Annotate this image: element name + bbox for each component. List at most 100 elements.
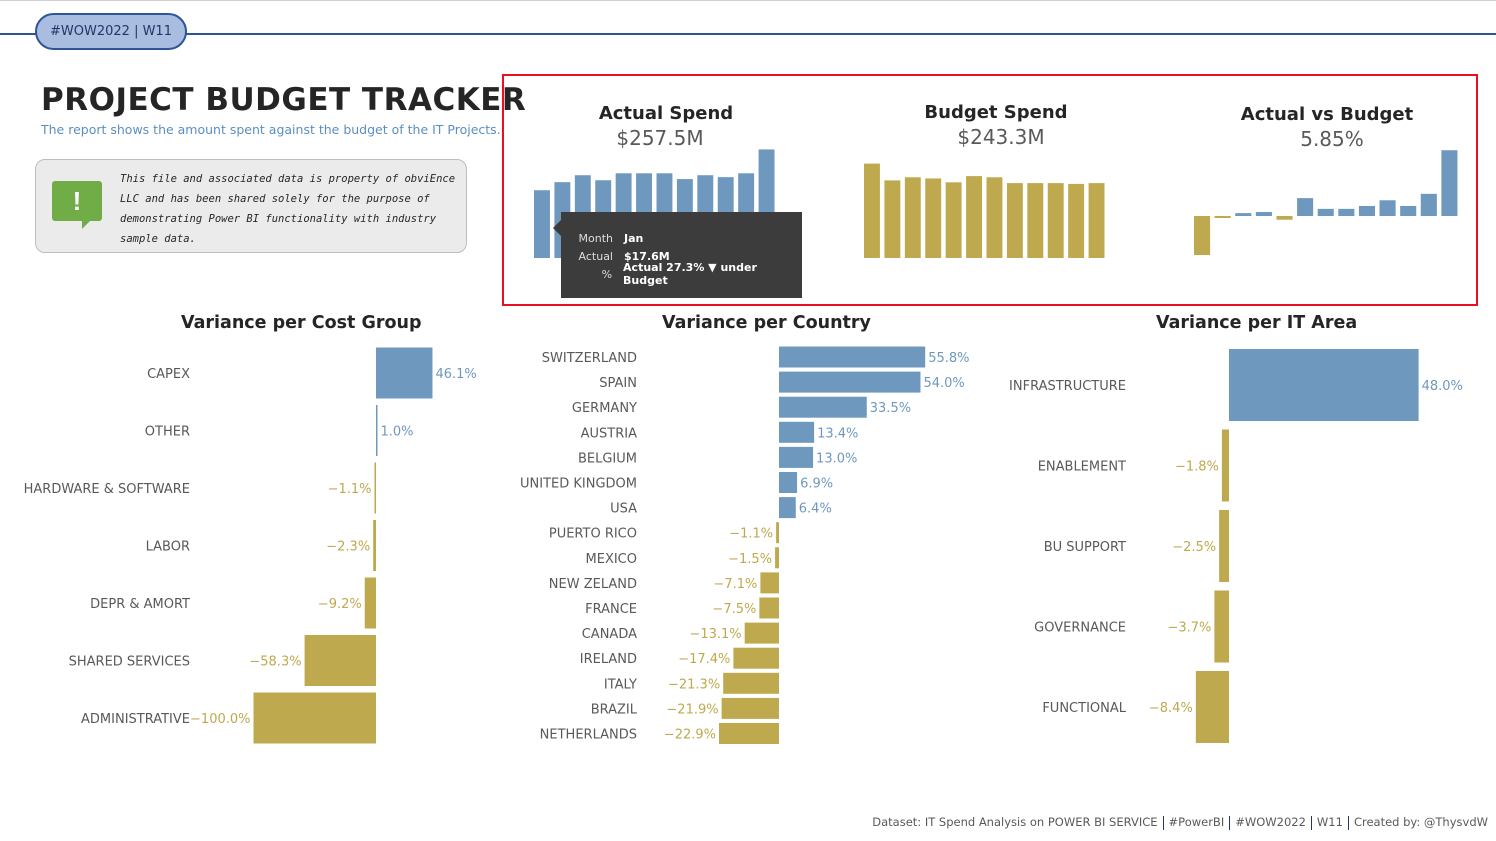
variance-column[interactable]: [1358, 205, 1376, 216]
bar-other[interactable]: [376, 405, 378, 456]
category-label: SWITZERLAND: [542, 351, 637, 366]
bar-italy[interactable]: [723, 672, 779, 694]
variance-column[interactable]: [1255, 211, 1272, 216]
kpi-title-budget: Budget Spend: [924, 102, 1068, 123]
variance-column[interactable]: [1379, 200, 1396, 216]
bar-germany[interactable]: [779, 396, 867, 418]
category-label: BRAZIL: [591, 702, 638, 717]
category-label: AUSTRIA: [581, 426, 637, 441]
bar-belgium[interactable]: [779, 446, 814, 468]
column-dec[interactable]: [1088, 183, 1105, 258]
category-label: LABOR: [146, 540, 190, 555]
footer-separator: [1229, 815, 1231, 830]
bar-spain[interactable]: [779, 371, 921, 393]
bar-ireland[interactable]: [733, 647, 779, 669]
bar-france[interactable]: [759, 597, 779, 619]
category-label: UNITED KINGDOM: [520, 477, 637, 492]
disclaimer-box: ! This file and associated data is prope…: [35, 159, 467, 253]
footer-author: Created by: @ThysvdW: [1353, 815, 1488, 829]
variance-column[interactable]: [1276, 216, 1293, 220]
bar-usa[interactable]: [779, 497, 796, 519]
column-may[interactable]: [945, 182, 962, 258]
category-label: ITALY: [604, 677, 637, 692]
cost-group-chart[interactable]: CAPEX 46.1% OTHER 1.0% HARDWARE & SOFTWARE −1…: [0, 340, 500, 750]
variance-column[interactable]: [1400, 205, 1417, 216]
variance-column[interactable]: [1317, 208, 1334, 216]
bar-capex[interactable]: [376, 347, 433, 399]
category-label: NEW ZELAND: [549, 577, 637, 592]
bar-netherlands[interactable]: [719, 723, 779, 744]
bar-austria[interactable]: [779, 421, 815, 443]
country-chart[interactable]: SWITZERLAND 55.8% SPAIN 54.0% GERMANY 33.5% AU…: [500, 340, 1000, 750]
bar-shared-services[interactable]: [304, 635, 376, 686]
budget-spend-chart[interactable]: [860, 140, 1135, 265]
bar-canada[interactable]: [744, 622, 779, 644]
data-label: 46.1%: [435, 367, 476, 382]
bar-puerto-rico[interactable]: [776, 522, 779, 544]
category-label: FUNCTIONAL: [1042, 701, 1126, 716]
data-label: −3.7%: [1167, 621, 1211, 636]
bar-labor[interactable]: [373, 520, 376, 571]
data-label: 48.0%: [1422, 379, 1463, 394]
column-nov[interactable]: [1068, 183, 1085, 258]
column-apr[interactable]: [925, 178, 942, 258]
bar-functional[interactable]: [1195, 671, 1229, 743]
variance-column[interactable]: [1338, 208, 1355, 216]
bar-new-zeland[interactable]: [760, 572, 779, 594]
column-feb[interactable]: [884, 180, 901, 258]
data-label: 33.5%: [870, 401, 911, 416]
bar-brazil[interactable]: [721, 697, 779, 719]
page-subtitle: The report shows the amount spent agains…: [41, 122, 501, 137]
variance-column[interactable]: [1420, 193, 1437, 216]
bar-switzerland[interactable]: [779, 346, 926, 368]
bar-infrastructure[interactable]: [1229, 349, 1419, 421]
variance-column[interactable]: [1214, 216, 1231, 218]
column-jul[interactable]: [986, 177, 1003, 258]
bar-united-kingdom[interactable]: [779, 472, 798, 493]
data-label: −22.9%: [664, 728, 716, 743]
bar-governance[interactable]: [1214, 590, 1229, 663]
data-label: 55.8%: [928, 351, 969, 366]
it-area-title: Variance per IT Area: [1156, 313, 1358, 333]
kpi-title-actual: Actual Spend: [598, 103, 734, 124]
variance-column[interactable]: [1194, 216, 1211, 256]
tooltip-row-month: Month Jan: [578, 231, 644, 245]
top-border: [0, 0, 1496, 1]
variance-column[interactable]: [1235, 213, 1252, 216]
category-label: BELGIUM: [578, 451, 637, 466]
data-label: −21.9%: [666, 702, 718, 717]
category-label: IRELAND: [580, 652, 637, 667]
data-label: −58.3%: [249, 655, 301, 670]
column-jan[interactable]: [864, 163, 880, 258]
variance-column[interactable]: [1441, 150, 1458, 216]
footer-separator: [1347, 815, 1349, 830]
category-label: ENABLEMENT: [1038, 460, 1126, 475]
data-label: −1.1%: [328, 482, 372, 497]
bar-administrative[interactable]: [253, 692, 377, 744]
column-jan[interactable]: [534, 190, 550, 258]
bar-mexico[interactable]: [775, 547, 779, 569]
data-label: −1.8%: [1175, 460, 1219, 475]
data-label: −13.1%: [689, 627, 741, 642]
actual-vs-budget-chart[interactable]: [1190, 140, 1465, 265]
footer-separator: [1310, 815, 1312, 830]
column-jun[interactable]: [966, 176, 983, 258]
column-aug[interactable]: [1006, 183, 1023, 258]
category-label: DEPR & AMORT: [90, 597, 190, 612]
it-area-chart[interactable]: INFRASTRUCTURE 48.0% ENABLEMENT −1.8% BU SUP…: [1000, 340, 1496, 750]
footer-separator: [1162, 815, 1164, 830]
category-label: GERMANY: [572, 401, 637, 416]
bar-bu-support[interactable]: [1219, 510, 1229, 582]
data-label: −8.4%: [1149, 701, 1193, 716]
bar-hardware-software[interactable]: [374, 462, 377, 514]
column-mar[interactable]: [904, 177, 921, 258]
footer-hashtag-powerbi: #PowerBI: [1168, 815, 1225, 829]
variance-column[interactable]: [1297, 198, 1314, 216]
column-oct[interactable]: [1047, 183, 1064, 258]
bar-enablement[interactable]: [1221, 429, 1229, 502]
bar-depr-amort[interactable]: [364, 577, 376, 629]
column-sep[interactable]: [1027, 183, 1044, 258]
data-label: −2.3%: [326, 540, 370, 555]
data-label: −100.0%: [190, 712, 250, 727]
category-label: USA: [610, 502, 637, 517]
